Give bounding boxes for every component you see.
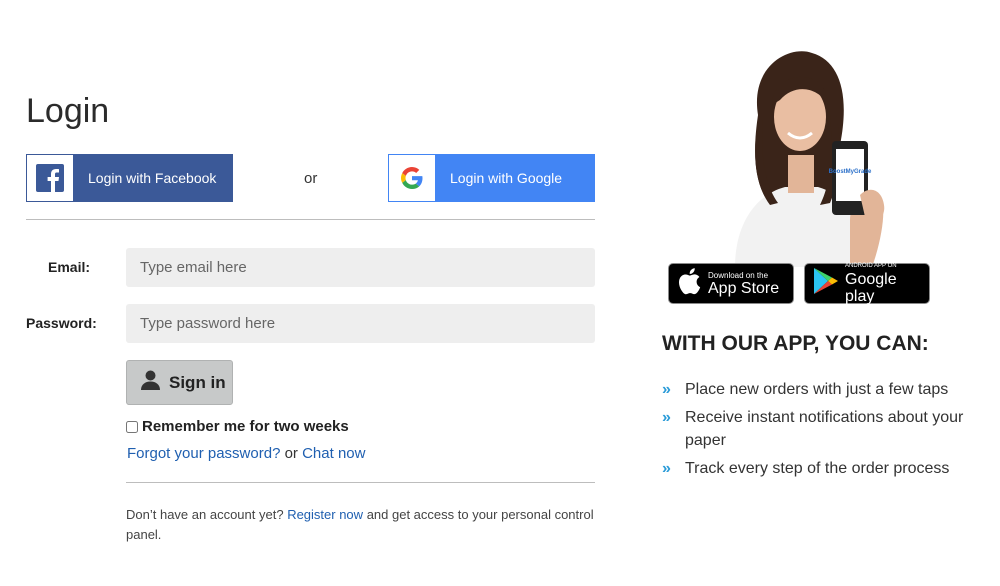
list-item: » Track every step of the order process [662, 457, 982, 480]
help-links: Forgot your password? or Chat now [127, 445, 365, 462]
forgot-password-link[interactable]: Forgot your password? [127, 445, 280, 462]
google-play-small: ANDROID APP ON [845, 263, 897, 269]
app-store-text: Download on the App Store [708, 271, 779, 297]
app-promo-image: BoostMyGrade [700, 45, 900, 267]
apple-icon [677, 267, 701, 300]
google-play-text: ANDROID APP ON Google play [845, 262, 929, 305]
register-now-link[interactable]: Register now [287, 507, 363, 522]
or-separator: or [304, 170, 318, 187]
remember-me-label: Remember me for two weeks [142, 418, 349, 435]
email-field[interactable] [126, 248, 595, 287]
divider [126, 482, 595, 483]
chevron-double-right-icon: » [662, 409, 671, 426]
login-facebook-label: Login with Facebook [74, 155, 232, 201]
remember-me-checkbox[interactable] [126, 420, 138, 433]
chat-now-link[interactable]: Chat now [302, 445, 365, 462]
chevron-double-right-icon: » [662, 381, 671, 398]
remember-me[interactable]: Remember me for two weeks [126, 418, 349, 435]
feature-text: Track every step of the order process [685, 460, 950, 477]
phone-screen-text: BoostMyGrade [829, 169, 872, 175]
list-item: » Receive instant notifications about yo… [662, 406, 982, 452]
feature-list: » Place new orders with just a few taps … [662, 378, 982, 485]
password-field[interactable] [126, 304, 595, 343]
app-store-small: Download on the [708, 270, 769, 280]
app-heading: WITH OUR APP, YOU CAN: [662, 332, 929, 355]
page-title: Login [26, 92, 110, 130]
email-label: Email: [48, 259, 91, 275]
login-google-label: Login with Google [436, 155, 594, 201]
divider [26, 219, 595, 220]
google-play-icon [813, 267, 839, 300]
login-facebook-button[interactable]: Login with Facebook [26, 154, 233, 202]
list-item: » Place new orders with just a few taps [662, 378, 982, 401]
links-or-text: or [284, 445, 298, 462]
sign-in-label: Sign in [169, 372, 226, 392]
chevron-double-right-icon: » [662, 460, 671, 477]
sign-in-button[interactable]: Sign in [126, 360, 233, 405]
feature-text: Place new orders with just a few taps [685, 381, 949, 398]
password-label: Password: [26, 315, 97, 331]
app-store-badge[interactable]: Download on the App Store [668, 263, 794, 304]
facebook-icon [27, 155, 74, 201]
user-icon [141, 370, 160, 395]
register-prompt: Don’t have an account yet? Register now … [126, 505, 596, 545]
register-prefix: Don’t have an account yet? [126, 507, 284, 522]
google-icon [389, 155, 436, 201]
feature-text: Receive instant notifications about your… [685, 409, 964, 449]
app-store-big: App Store [708, 279, 780, 297]
login-google-button[interactable]: Login with Google [388, 154, 595, 202]
google-play-big: Google play [845, 271, 897, 305]
google-play-badge[interactable]: ANDROID APP ON Google play [804, 262, 930, 305]
